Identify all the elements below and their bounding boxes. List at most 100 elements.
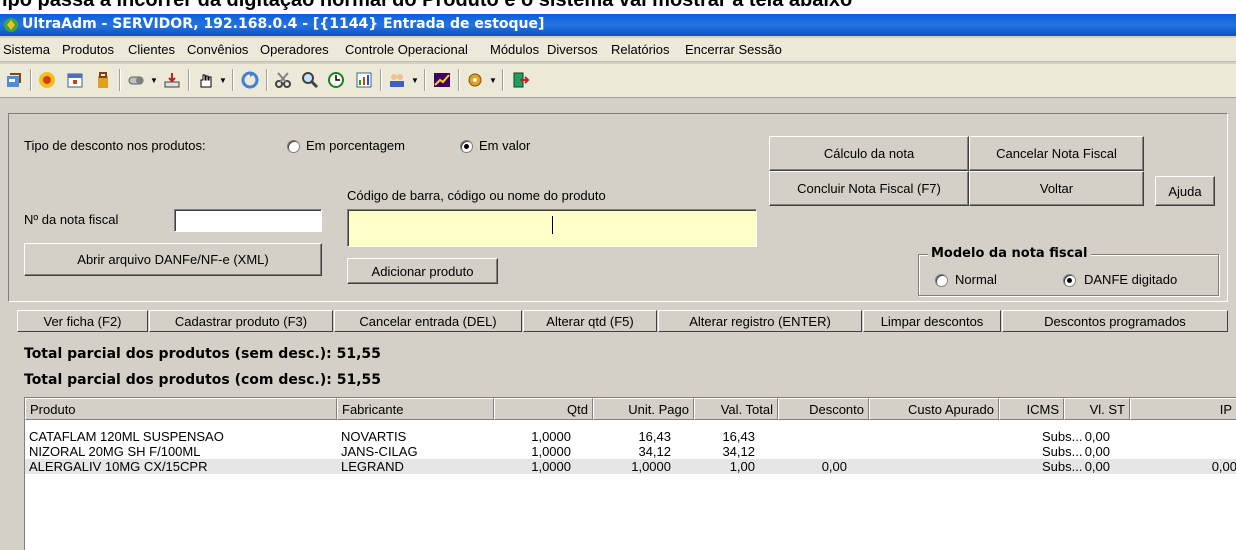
column-header-vl-st[interactable]: Vl. ST xyxy=(1064,398,1130,420)
menu-operadores[interactable]: Operadores xyxy=(260,42,329,57)
cell-unit-pago: 1,0000 xyxy=(631,459,671,474)
cell-unit-pago: 16,43 xyxy=(638,429,671,444)
model-danfe-label: DANFE digitado xyxy=(1084,272,1178,287)
cell-fabricante: JANS-CILAG xyxy=(341,444,418,459)
clock-icon[interactable] xyxy=(324,69,348,91)
product-search-input[interactable] xyxy=(347,209,757,247)
cell-vl-st: 0,00 xyxy=(1084,459,1110,474)
hand-icon[interactable] xyxy=(193,69,217,91)
title-bar[interactable]: UltraAdm - SERVIDOR, 192.168.0.4 - [{114… xyxy=(0,14,1236,36)
cell-vl-st: 0,00 xyxy=(1084,444,1110,459)
bag-icon[interactable] xyxy=(91,69,115,91)
menu-encerrar-sessao[interactable]: Encerrar Sessão xyxy=(685,42,782,57)
model-normal-radio[interactable] xyxy=(935,274,948,287)
discount-value-label: Em valor xyxy=(479,138,531,153)
invoice-number-input[interactable] xyxy=(174,209,322,232)
model-normal-label: Normal xyxy=(955,272,997,287)
scheduled-discounts-button[interactable]: Descontos programados xyxy=(1002,310,1228,332)
exit-icon[interactable] xyxy=(2,69,26,91)
cell-fabricante: NOVARTIS xyxy=(341,429,407,444)
column-header-unit-pago[interactable]: Unit. Pago xyxy=(593,398,694,420)
settings-icon[interactable] xyxy=(463,69,487,91)
dropdown-arrow-icon[interactable]: ▼ xyxy=(489,76,497,85)
menu-sistema[interactable]: Sistema xyxy=(3,42,50,57)
cell-qtd: 1,0000 xyxy=(531,459,571,474)
column-header-custo-apurado[interactable]: Custo Apurado xyxy=(869,398,999,420)
total-with-discount: Total parcial dos produtos (com desc.): … xyxy=(24,372,382,388)
cell-ip: 0,00 xyxy=(1211,459,1236,474)
view-record-button[interactable]: Ver ficha (F2) xyxy=(17,310,148,332)
users-icon[interactable] xyxy=(385,69,409,91)
help-button[interactable]: Ajuda xyxy=(1155,176,1215,206)
product-search-label: Código de barra, código ou nome do produ… xyxy=(347,188,606,203)
discount-percent-radio[interactable] xyxy=(287,140,300,153)
cancel-entry-button[interactable]: Cancelar entrada (DEL) xyxy=(334,310,522,332)
finish-invoice-button[interactable]: Concluir Nota Fiscal (F7) xyxy=(769,171,969,206)
change-qty-button[interactable]: Alterar qtd (F5) xyxy=(523,310,657,332)
menu-controle-operacional[interactable]: Controle Operacional xyxy=(345,42,468,57)
clear-discounts-button[interactable]: Limpar descontos xyxy=(863,310,1001,332)
table-row[interactable]: ALERGALIV 10MG CX/15CPR LEGRAND 1,0000 1… xyxy=(25,459,1236,474)
cell-produto: CATAFLAM 120ML SUSPENSAO xyxy=(29,429,224,444)
cell-val-total: 1,00 xyxy=(729,459,755,474)
invoice-number-label: Nº da nota fiscal xyxy=(24,212,119,227)
cell-vl-st: 0,00 xyxy=(1084,429,1110,444)
report-icon[interactable] xyxy=(352,69,376,91)
cell-qtd: 1,0000 xyxy=(531,429,571,444)
add-product-button[interactable]: Adicionar produto xyxy=(347,258,498,284)
products-table[interactable]: Produto Fabricante Qtd Unit. Pago Val. T… xyxy=(24,397,1236,550)
scissors-icon[interactable] xyxy=(271,69,295,91)
inbox-icon[interactable] xyxy=(160,69,184,91)
register-product-button[interactable]: Cadastrar produto (F3) xyxy=(149,310,333,332)
document-caption: ipo passa a incorrer da digitação normal… xyxy=(0,0,1236,14)
cell-unit-pago: 34,12 xyxy=(638,444,671,459)
window-title: UltraAdm - SERVIDOR, 192.168.0.4 - [{114… xyxy=(22,16,545,32)
search-icon[interactable] xyxy=(298,69,322,91)
chart-icon[interactable] xyxy=(430,69,454,91)
cancel-invoice-button[interactable]: Cancelar Nota Fiscal xyxy=(969,136,1144,171)
open-xml-button[interactable]: Abrir arquivo DANFe/NF-e (XML) xyxy=(24,243,322,276)
column-header-qtd[interactable]: Qtd xyxy=(494,398,593,420)
dropdown-arrow-icon[interactable]: ▼ xyxy=(150,76,158,85)
column-header-desconto[interactable]: Desconto xyxy=(778,398,869,420)
menu-convenios[interactable]: Convênios xyxy=(187,42,248,57)
cell-desconto: 0,00 xyxy=(821,459,847,474)
discount-value-radio[interactable] xyxy=(460,140,473,153)
change-record-button[interactable]: Alterar registro (ENTER) xyxy=(658,310,862,332)
text-cursor xyxy=(552,216,553,234)
toolbar: ▼ ▼ ▼ ▼ xyxy=(0,64,1236,98)
menu-produtos[interactable]: Produtos xyxy=(62,42,114,57)
table-row[interactable]: CATAFLAM 120ML SUSPENSAO NOVARTIS 1,0000… xyxy=(25,429,1236,444)
cell-val-total: 16,43 xyxy=(722,429,755,444)
column-header-fabricante[interactable]: Fabricante xyxy=(337,398,494,420)
total-without-discount: Total parcial dos produtos (sem desc.): … xyxy=(24,346,381,362)
recycle-icon[interactable] xyxy=(238,69,262,91)
calc-invoice-button[interactable]: Cálculo da nota xyxy=(769,136,969,171)
menu-clientes[interactable]: Clientes xyxy=(128,42,175,57)
calendar-icon[interactable] xyxy=(63,69,87,91)
cell-val-total: 34,12 xyxy=(722,444,755,459)
dropdown-arrow-icon[interactable]: ▼ xyxy=(219,76,227,85)
invoice-model-title: Modelo da nota fiscal xyxy=(928,246,1091,261)
menu-relatorios[interactable]: Relatórios xyxy=(611,42,670,57)
discount-type-label: Tipo de desconto nos produtos: xyxy=(24,138,206,153)
menu-modulos[interactable]: Módulos xyxy=(490,42,539,57)
column-header-produto[interactable]: Produto xyxy=(25,398,337,420)
table-row[interactable]: NIZORAL 20MG SH F/100ML JANS-CILAG 1,000… xyxy=(25,444,1236,459)
cell-produto: NIZORAL 20MG SH F/100ML xyxy=(29,444,201,459)
customers-icon[interactable] xyxy=(35,69,59,91)
menu-diversos[interactable]: Diversos xyxy=(547,42,598,57)
model-danfe-radio[interactable] xyxy=(1063,274,1076,287)
cell-fabricante: LEGRAND xyxy=(341,459,404,474)
dropdown-arrow-icon[interactable]: ▼ xyxy=(411,76,419,85)
cell-qtd: 1,0000 xyxy=(531,444,571,459)
pill-icon[interactable] xyxy=(124,69,148,91)
logout-icon[interactable] xyxy=(508,69,532,91)
discount-percent-label: Em porcentagem xyxy=(306,138,405,153)
column-header-icms[interactable]: ICMS xyxy=(999,398,1064,420)
column-header-ip[interactable]: IP xyxy=(1130,398,1236,420)
back-button[interactable]: Voltar xyxy=(969,171,1144,206)
column-header-val-total[interactable]: Val. Total xyxy=(694,398,778,420)
menu-bar: Sistema Produtos Clientes Convênios Oper… xyxy=(0,38,1236,62)
caption-text: ipo passa a incorrer da digitação normal… xyxy=(2,0,853,11)
